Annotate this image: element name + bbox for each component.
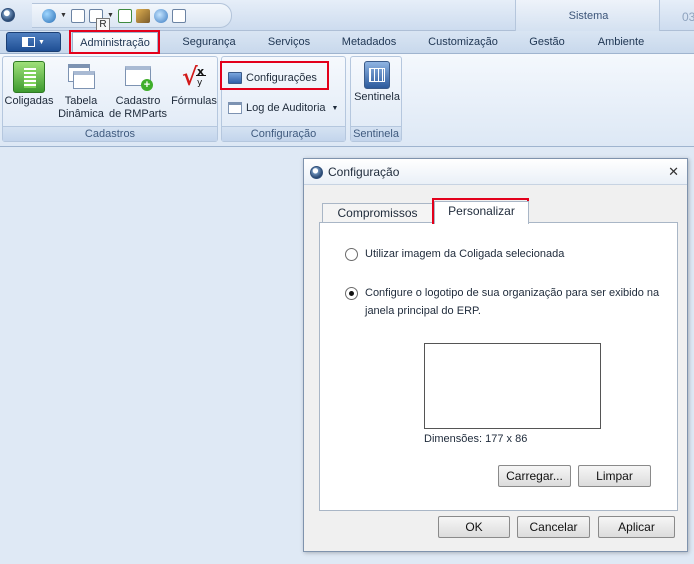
configuracao-dialog: Configuração ✕ Compromissos Personalizar… <box>303 158 688 552</box>
monitor-icon <box>228 72 242 84</box>
globe-icon[interactable] <box>42 8 56 23</box>
tab-ambiente[interactable]: Ambiente <box>586 35 656 51</box>
personalizar-panel: Utilizar imagem da Coligada selecionada … <box>319 222 678 511</box>
tab-seguranca[interactable]: Segurança <box>172 35 246 51</box>
option-logotipo-label-line2: janela principal do ERP. <box>365 305 481 317</box>
tabela-dinamica-button[interactable]: Tabela Dinâmica <box>56 61 106 121</box>
application-menu-icon <box>22 37 36 47</box>
window-add-icon[interactable] <box>71 8 85 23</box>
table-window-icon <box>65 61 97 93</box>
group-label-cadastros: Cadastros <box>3 126 217 141</box>
context-group-label: Sistema <box>568 10 609 22</box>
cadastro-label-line1: Cadastro <box>115 95 161 107</box>
tab-administracao[interactable]: Administração <box>72 32 158 55</box>
copy-icon[interactable] <box>172 8 186 23</box>
play-window-icon[interactable] <box>118 8 132 23</box>
tab-compromissos[interactable]: Compromissos <box>322 203 433 224</box>
group-cadastros: Coligadas Tabela Dinâmica + Cadastro de … <box>2 56 218 142</box>
ribbon-tabs: ▼ Administração Segurança Serviços Metad… <box>0 31 694 55</box>
log-auditoria-label: Log de Auditoria <box>246 102 326 114</box>
tab-servicos[interactable]: Serviços <box>256 35 322 51</box>
tab-personalizar[interactable]: Personalizar <box>434 201 529 224</box>
option-logotipo-radio[interactable] <box>345 287 358 300</box>
building-icon <box>13 61 45 93</box>
tab-gestao[interactable]: Gestão <box>519 35 575 51</box>
sentinel-icon <box>364 61 390 89</box>
quick-access-toolbar: ▼ ▼ <box>32 3 232 28</box>
option-coligada-label: Utilizar imagem da Coligada selecionada <box>365 248 565 260</box>
ribbon: Coligadas Tabela Dinâmica + Cadastro de … <box>0 54 694 147</box>
tabela-label-line2: Dinâmica <box>58 108 104 120</box>
formula-icon: √ x y <box>182 62 206 91</box>
group-configuracao: Configurações Log de Auditoria ▼ Configu… <box>221 56 346 142</box>
coligadas-label: Coligadas <box>4 95 54 107</box>
add-window-icon: + <box>122 61 154 93</box>
keytip-badge: R <box>96 18 110 32</box>
limpar-button[interactable]: Limpar <box>578 465 651 487</box>
chevron-down-icon[interactable]: ▼ <box>60 12 67 19</box>
app-logo-icon <box>310 166 323 179</box>
tab-metadados[interactable]: Metadados <box>332 35 406 51</box>
tab-customizacao[interactable]: Customização <box>418 35 508 51</box>
log-window-icon <box>228 102 242 114</box>
group-label-configuracao: Configuração <box>222 126 345 141</box>
dimensions-label: Dimensões: 177 x 86 <box>424 433 528 445</box>
title-bar: ▼ ▼ R Sistema 03 <box>0 0 694 32</box>
chevron-down-icon: ▼ <box>331 104 339 112</box>
tools-icon[interactable] <box>136 8 150 23</box>
option-coligada-radio[interactable] <box>345 248 358 261</box>
cadastro-label-line2: de RMParts <box>108 108 168 120</box>
log-auditoria-button[interactable]: Log de Auditoria ▼ <box>228 98 338 118</box>
coligadas-button[interactable]: Coligadas <box>4 61 54 108</box>
aplicar-button[interactable]: Aplicar <box>598 516 675 538</box>
configuracoes-label: Configurações <box>246 72 317 84</box>
option-logotipo-label-line1: Configure o logotipo de sua organização … <box>365 287 660 299</box>
cancelar-button[interactable]: Cancelar <box>517 516 590 538</box>
chevron-down-icon: ▼ <box>38 38 45 46</box>
sentinela-label: Sentinela <box>354 91 400 103</box>
group-label-sentinela: Sentinela <box>351 126 401 141</box>
context-group-sistema: Sistema <box>515 0 660 31</box>
application-menu-button[interactable]: ▼ <box>6 32 61 52</box>
cadastro-rmparts-button[interactable]: + Cadastro de RMParts <box>107 61 169 121</box>
sentinela-button[interactable]: Sentinela <box>352 61 402 104</box>
app-logo-icon[interactable] <box>1 8 15 22</box>
world-icon[interactable] <box>154 8 168 23</box>
tabela-label-line1: Tabela <box>64 95 98 107</box>
group-sentinela: Sentinela Sentinela <box>350 56 402 142</box>
dialog-title: Configuração <box>328 165 400 179</box>
ok-button[interactable]: OK <box>438 516 510 538</box>
dialog-title-bar[interactable]: Configuração ✕ <box>304 159 687 185</box>
clock-text: 03 <box>682 10 694 24</box>
carregar-button[interactable]: Carregar... <box>498 465 571 487</box>
formulas-label: Fórmulas <box>171 95 217 107</box>
configuracoes-button[interactable]: Configurações <box>228 68 317 88</box>
formulas-button[interactable]: √ x y Fórmulas <box>170 61 218 108</box>
close-icon[interactable]: ✕ <box>668 164 679 180</box>
logo-preview <box>424 343 601 429</box>
